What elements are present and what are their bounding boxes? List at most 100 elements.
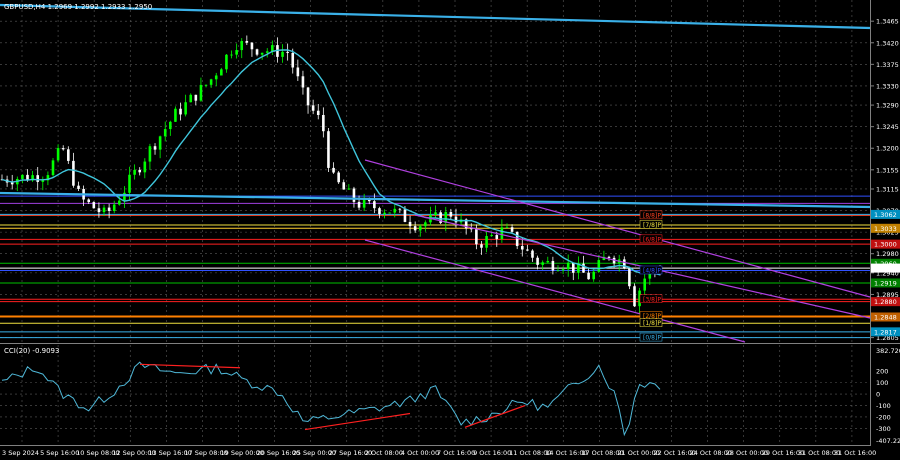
candle-body xyxy=(281,51,284,57)
candle-body xyxy=(454,216,458,223)
price-tag-label: 1.2848 xyxy=(874,313,897,321)
candle-body xyxy=(138,169,142,173)
candle-body xyxy=(582,263,585,273)
candle-body xyxy=(87,199,91,203)
candle-body xyxy=(169,121,172,130)
candle-body xyxy=(189,94,193,103)
time-label: 2 Oct 08:00 xyxy=(365,449,403,457)
candle-body xyxy=(316,110,320,115)
candle-body xyxy=(199,84,203,101)
candle-body xyxy=(408,221,412,227)
price-tick-label: 1.2980 xyxy=(876,250,899,258)
candle-body xyxy=(393,208,397,213)
price-tick-label: 1.3200 xyxy=(876,145,899,153)
time-label: 9 Oct 16:00 xyxy=(473,449,511,457)
candle-body xyxy=(260,52,264,55)
candle-body xyxy=(403,209,407,222)
candle-body xyxy=(118,200,121,205)
candle-body xyxy=(194,94,198,101)
candle-body xyxy=(240,40,244,51)
price-tick-label: 1.3375 xyxy=(876,61,899,69)
trading-chart[interactable]: [8/8]P[7/8]P[6/8]P[4/8]P[3/8]P[2/8]P[1/8… xyxy=(0,0,900,460)
time-label: 4 Oct 00:00 xyxy=(401,449,439,457)
candle-body xyxy=(505,227,509,229)
candle-body xyxy=(92,202,96,209)
chart-title: GBPUSD,H4 1.2969 1.2992 1.2933 1.2950 xyxy=(4,3,152,11)
candle-body xyxy=(61,148,65,150)
candle-body xyxy=(36,175,40,182)
cci-title: CCI(20) -0.9093 xyxy=(4,347,59,355)
price-tick-label: 1.3290 xyxy=(876,102,899,110)
candle-body xyxy=(556,270,560,272)
candle-body xyxy=(520,246,524,250)
candle-body xyxy=(398,208,402,210)
candle-body xyxy=(51,160,55,176)
level-label: [3/8]P xyxy=(643,296,661,303)
candle-body xyxy=(158,136,162,150)
price-tag-label: 1.3033 xyxy=(874,225,897,233)
candle-body xyxy=(255,49,259,55)
candle-body xyxy=(153,146,157,150)
candle-body xyxy=(434,212,437,215)
candle-body xyxy=(342,182,346,190)
candle-body xyxy=(230,54,233,56)
level-label: [1/8]P xyxy=(643,320,661,327)
candle-body xyxy=(179,108,182,115)
candle-body xyxy=(495,235,499,239)
candle-body xyxy=(418,226,422,231)
price-tick-label: 1.3420 xyxy=(876,39,899,47)
candle-body xyxy=(500,227,504,239)
candle-body xyxy=(388,212,391,214)
candle-body xyxy=(378,208,381,215)
candle-body xyxy=(128,174,131,193)
candle-body xyxy=(551,260,555,271)
candle-body xyxy=(337,172,340,183)
price-tick-label: 1.3330 xyxy=(876,82,899,90)
time-axis: 3 Sep 2024 5 Sep 16:0010 Sep 08:0012 Sep … xyxy=(2,449,876,457)
cci-tick-label: -407.2295 xyxy=(876,437,900,445)
candle-body xyxy=(332,167,335,173)
candle-body xyxy=(67,149,70,161)
candle-body xyxy=(413,226,417,231)
candle-body xyxy=(622,259,626,269)
cci-tick-label: 100 xyxy=(876,379,888,387)
cci-tick-label: -300 xyxy=(876,425,891,433)
candle-body xyxy=(352,188,356,202)
candle-body xyxy=(250,42,254,50)
candle-body xyxy=(566,262,570,270)
candle-body xyxy=(633,286,636,307)
cci-tick-label: -200 xyxy=(876,413,891,421)
price-tick-label: 1.3115 xyxy=(876,185,899,193)
candle-body xyxy=(112,204,116,211)
candle-body xyxy=(597,260,601,272)
cci-tick-label: 0 xyxy=(876,391,880,399)
candle-body xyxy=(271,45,274,52)
candle-body xyxy=(383,212,386,215)
candle-body xyxy=(485,235,488,248)
candle-body xyxy=(526,249,529,251)
price-tick-label: 1.3245 xyxy=(876,123,899,131)
candle-body xyxy=(107,207,111,211)
price-tag-label: 1.3000 xyxy=(874,241,897,249)
candle-body xyxy=(424,222,427,227)
candle-body xyxy=(41,180,45,182)
candle-body xyxy=(133,169,136,175)
time-label: 31 Oct 16:00 xyxy=(834,449,876,457)
candle-body xyxy=(72,160,75,186)
level-label: [7/8]P xyxy=(643,222,661,229)
time-label: 5 Sep 16:00 xyxy=(40,449,79,457)
cci-tick-label: 382.7205 xyxy=(876,347,900,355)
cci-axis: 382.7205 200 100 0 -100 -200 -300 -407.2295 xyxy=(876,347,900,445)
cci-tick-label: -100 xyxy=(876,402,891,410)
price-tag-label: 1.2919 xyxy=(874,279,897,287)
candle-body xyxy=(347,188,351,190)
candle-body xyxy=(286,51,289,53)
candle-body xyxy=(373,201,376,209)
candle-body xyxy=(265,51,269,53)
candle-body xyxy=(97,208,101,213)
candle-body xyxy=(77,185,80,189)
candle-body xyxy=(209,79,213,85)
candle-body xyxy=(327,131,330,168)
candle-body xyxy=(148,146,152,162)
candle-body xyxy=(480,244,483,248)
